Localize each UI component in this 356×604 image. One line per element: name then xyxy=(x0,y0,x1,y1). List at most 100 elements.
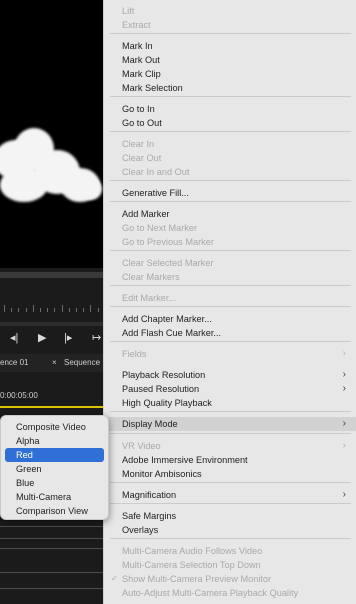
insert-icon[interactable]: ↦ xyxy=(92,330,101,346)
ruler-tick xyxy=(32,305,34,312)
menu-item-label: Safe Margins xyxy=(122,511,177,521)
menu-item-lift[interactable]: Lift xyxy=(104,4,356,18)
step-back-icon[interactable]: ◂| xyxy=(10,330,18,346)
menu-item-label: Monitor Ambisonics xyxy=(122,469,202,479)
menu-item-label: Clear In xyxy=(122,139,155,149)
chevron-right-icon: › xyxy=(342,418,346,429)
menu-item-add-chapter-marker[interactable]: Add Chapter Marker... xyxy=(104,312,356,326)
menu-item-multi-camera-selection-top-down[interactable]: Multi-Camera Selection Top Down xyxy=(104,558,356,572)
ruler-tick xyxy=(68,308,70,312)
menu-item-go-to-in[interactable]: Go to In xyxy=(104,102,356,116)
menu-item-auto-adjust-multi-camera-playback-quality[interactable]: Auto-Adjust Multi-Camera Playback Qualit… xyxy=(104,586,356,600)
menu-item-label: Clear Out xyxy=(122,153,162,163)
menu-item-magnification[interactable]: Magnification › xyxy=(104,488,356,502)
menu-item-label: Auto-Adjust Multi-Camera Playback Qualit… xyxy=(122,588,299,598)
menu-item-label: Lift xyxy=(122,6,135,16)
menu-item-label: Fields xyxy=(122,349,147,359)
menu-item-add-flash-cue-marker[interactable]: Add Flash Cue Marker... xyxy=(104,326,356,340)
menu-item-mark-clip[interactable]: Mark Clip xyxy=(104,67,356,81)
ruler-tick xyxy=(47,308,49,312)
menu-item-vr-video[interactable]: VR Video › xyxy=(104,439,356,453)
monitor-scrub-bar[interactable] xyxy=(0,272,104,278)
menu-item-go-to-next-marker[interactable]: Go to Next Marker xyxy=(104,221,356,235)
menu-separator xyxy=(110,180,351,181)
menu-item-clear-out[interactable]: Clear Out xyxy=(104,151,356,165)
menu-item-label: High Quality Playback xyxy=(122,398,212,408)
menu-item-label: Mark In xyxy=(122,41,153,51)
time-ruler[interactable] xyxy=(0,296,104,312)
menu-item-label: Add Chapter Marker... xyxy=(122,314,212,324)
menu-separator xyxy=(110,285,351,286)
menu-item-go-to-previous-marker[interactable]: Go to Previous Marker xyxy=(104,235,356,249)
step-forward-icon[interactable]: |▸ xyxy=(64,330,72,346)
menu-item-paused-resolution[interactable]: Paused Resolution › xyxy=(104,382,356,396)
cloud-shape xyxy=(0,168,48,202)
menu-item-label: Magnification xyxy=(122,490,177,500)
menu-separator xyxy=(110,411,351,412)
menu-separator xyxy=(110,341,351,342)
menu-item-clear-markers[interactable]: Clear Markers xyxy=(104,270,356,284)
menu-item-clear-in-and-out[interactable]: Clear In and Out xyxy=(104,165,356,179)
submenu-item-comparison-view[interactable]: Comparison View xyxy=(5,504,104,518)
tab-sequence[interactable]: Sequence xyxy=(64,354,100,372)
menu-item-label: Add Flash Cue Marker... xyxy=(122,328,222,338)
chevron-right-icon: › xyxy=(342,440,346,451)
ruler-tick xyxy=(90,305,92,312)
submenu-item-green[interactable]: Green xyxy=(5,462,104,476)
menu-item-mark-out[interactable]: Mark Out xyxy=(104,53,356,67)
ruler-tick xyxy=(83,308,85,312)
submenu-item-red[interactable]: Red xyxy=(5,448,104,462)
menu-item-mark-selection[interactable]: Mark Selection xyxy=(104,81,356,95)
ruler-tick xyxy=(11,308,13,312)
menu-item-label: Go to Previous Marker xyxy=(122,237,214,247)
close-icon[interactable]: × xyxy=(52,354,57,372)
menu-item-safe-margins[interactable]: Safe Margins xyxy=(104,509,356,523)
menu-item-label: Extract xyxy=(122,20,151,30)
chevron-right-icon: › xyxy=(342,383,346,394)
menu-item-fields[interactable]: Fields › xyxy=(104,347,356,361)
ruler-tick xyxy=(18,308,20,312)
menu-item-go-to-out[interactable]: Go to Out xyxy=(104,116,356,130)
submenu-item-alpha[interactable]: Alpha xyxy=(5,434,104,448)
submenu-item-multi-camera[interactable]: Multi-Camera xyxy=(5,490,104,504)
ruler-tick xyxy=(4,305,5,312)
timeline-timecode[interactable]: 0:00:05:00 xyxy=(0,390,104,402)
cloud-shape xyxy=(80,178,102,200)
menu-item-label: Clear Selected Marker xyxy=(122,258,214,268)
menu-item-display-mode[interactable]: Display Mode › xyxy=(104,417,356,431)
menu-item-label: Go to In xyxy=(122,104,155,114)
menu-item-adobe-immersive-environment[interactable]: Adobe Immersive Environment xyxy=(104,453,356,467)
menu-item-edit-marker[interactable]: Edit Marker... xyxy=(104,291,356,305)
menu-item-clear-selected-marker[interactable]: Clear Selected Marker xyxy=(104,256,356,270)
menu-item-multi-camera-audio-follows-video[interactable]: Multi-Camera Audio Follows Video xyxy=(104,544,356,558)
menu-item-label: Show Multi-Camera Preview Monitor xyxy=(122,574,272,584)
display-mode-submenu: Composite Video Alpha Red Green Blue Multi-Ca… xyxy=(0,415,109,520)
menu-item-show-multi-camera-preview-monitor[interactable]: ✓ Show Multi-Camera Preview Monitor xyxy=(104,572,356,586)
ruler-tick xyxy=(40,308,41,312)
menu-item-mark-in[interactable]: Mark In xyxy=(104,39,356,53)
play-icon[interactable]: ▶ xyxy=(38,330,46,346)
work-area-bar[interactable] xyxy=(0,406,104,408)
menu-separator xyxy=(110,482,351,483)
menu-item-overlays[interactable]: Overlays xyxy=(104,523,356,537)
submenu-item-composite-video[interactable]: Composite Video xyxy=(5,420,104,434)
menu-item-label: Go to Next Marker xyxy=(122,223,198,233)
program-monitor-video[interactable] xyxy=(0,0,104,268)
menu-item-clear-in[interactable]: Clear In xyxy=(104,137,356,151)
menu-item-monitor-ambisonics[interactable]: Monitor Ambisonics xyxy=(104,467,356,481)
menu-item-generative-fill[interactable]: Generative Fill... xyxy=(104,186,356,200)
tab-sequence-01[interactable]: ence 01 xyxy=(0,354,28,372)
menu-separator xyxy=(110,433,351,434)
track-divider xyxy=(0,526,104,527)
chevron-right-icon: › xyxy=(342,489,346,500)
submenu-item-blue[interactable]: Blue xyxy=(5,476,104,490)
context-menu: Lift Extract Mark In Mark Out Mark Clip Mark … xyxy=(103,0,356,604)
menu-item-playback-resolution[interactable]: Playback Resolution › xyxy=(104,368,356,382)
menu-item-high-quality-playback[interactable]: High Quality Playback xyxy=(104,396,356,410)
menu-item-extract[interactable]: Extract xyxy=(104,18,356,32)
menu-separator xyxy=(110,503,351,504)
menu-item-add-marker[interactable]: Add Marker xyxy=(104,207,356,221)
chevron-right-icon: › xyxy=(342,369,346,380)
track-divider xyxy=(0,548,104,549)
menu-item-label: Generative Fill... xyxy=(122,188,189,198)
